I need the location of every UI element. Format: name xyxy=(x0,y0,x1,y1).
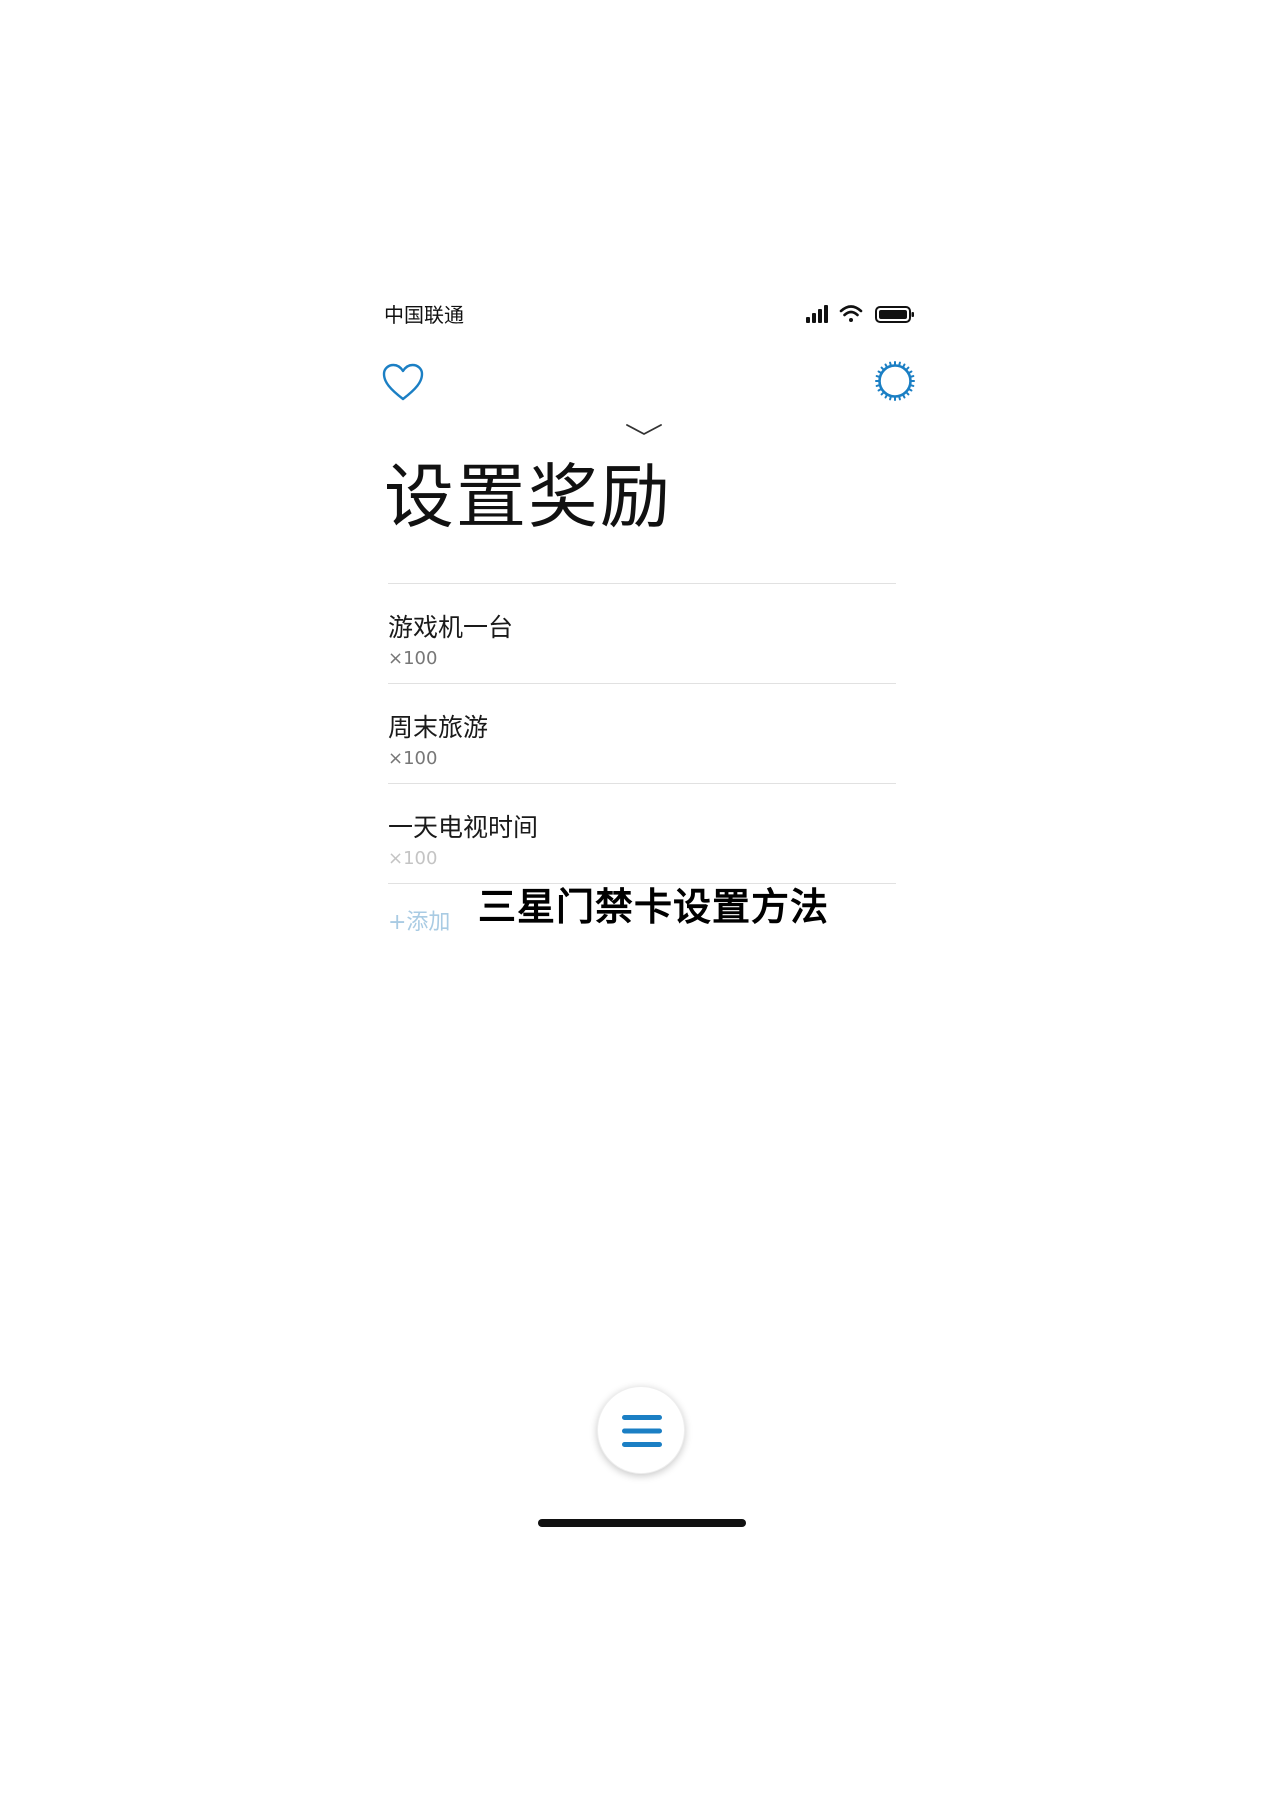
gear-tooth xyxy=(908,375,915,378)
gear-tooth xyxy=(898,361,901,368)
reward-name: 周末旅游 xyxy=(388,713,489,742)
list-item[interactable]: 游戏机一台 ×100 xyxy=(388,584,896,684)
heart-icon[interactable] xyxy=(380,360,426,406)
gear-tooth xyxy=(889,361,892,368)
chevron-down-icon[interactable] xyxy=(624,420,664,440)
gear-tooth xyxy=(875,384,882,387)
gear-tooth xyxy=(904,390,910,396)
gear-tooth xyxy=(875,375,882,378)
add-reward-button[interactable]: +添加 xyxy=(388,908,450,938)
status-icons xyxy=(806,305,914,323)
gear-tooth xyxy=(880,390,886,396)
reward-list: 游戏机一台 ×100 周末旅游 ×100 一天电视时间 ×100 xyxy=(388,583,896,884)
gear-tooth xyxy=(880,366,886,372)
signal-icon xyxy=(806,305,828,323)
menu-icon xyxy=(622,1415,662,1447)
gear-tooth xyxy=(898,394,901,401)
list-item[interactable]: 周末旅游 ×100 xyxy=(388,684,896,784)
battery-icon xyxy=(875,306,914,323)
carrier-name: 中国联通 xyxy=(384,303,464,327)
reward-cost: ×100 xyxy=(388,748,438,769)
gear-icon[interactable] xyxy=(874,360,916,402)
page-title: 设置奖励 xyxy=(384,456,672,538)
menu-button[interactable] xyxy=(597,1386,685,1474)
reward-cost: ×100 xyxy=(388,848,438,869)
home-indicator xyxy=(538,1519,746,1527)
wifi-icon xyxy=(839,305,863,322)
list-item[interactable]: 一天电视时间 ×100 xyxy=(388,784,896,884)
overlay-caption: 三星门禁卡设置方法 xyxy=(478,885,830,929)
reward-cost: ×100 xyxy=(388,648,438,669)
gear-tooth xyxy=(908,384,915,387)
reward-name: 一天电视时间 xyxy=(388,813,539,842)
gear-tooth xyxy=(889,394,892,401)
reward-name: 游戏机一台 xyxy=(388,613,514,642)
gear-tooth xyxy=(904,366,910,372)
